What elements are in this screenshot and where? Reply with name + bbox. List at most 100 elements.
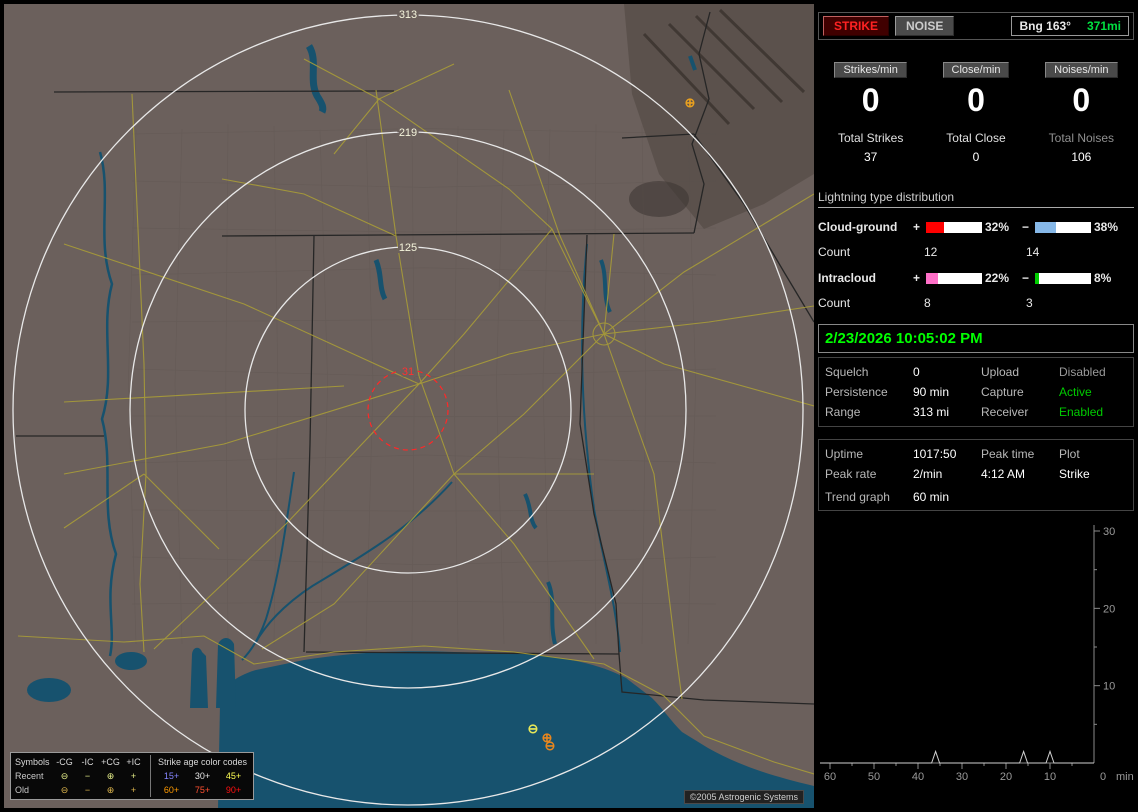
age-15: 15+ — [163, 771, 180, 781]
cg-positive-bar — [926, 221, 982, 233]
intracloud-label: Intracloud — [818, 271, 877, 285]
ic-positive-bar-fill — [926, 272, 939, 284]
strikes-rate-column: Strikes/min 0 Total Strikes 37 — [818, 62, 923, 164]
total-strikes-value: 37 — [863, 150, 878, 164]
receiver-status: Enabled — [1059, 405, 1104, 419]
cg-negative-pct: 38% — [1094, 220, 1119, 234]
legend-col-neg-cg: -CG — [56, 757, 73, 767]
noises-per-min-label: Noises/min — [1045, 62, 1118, 78]
trend-y-tick-label: 20 — [1103, 603, 1115, 615]
ic-count-label: Count — [818, 296, 851, 310]
trend-line — [820, 749, 1094, 764]
cloud-ground-label: Cloud-ground — [818, 220, 898, 234]
plot-label: Plot — [1059, 447, 1080, 461]
close-per-min-label: Close/min — [942, 62, 1010, 78]
range-value: 313 mi — [913, 405, 950, 419]
mode-toolbar: STRIKE NOISE Bng 163° 371mi — [818, 12, 1134, 40]
trend-y-tick-label: 10 — [1103, 681, 1115, 693]
bearing-readout: Bng 163° 371mi — [1011, 16, 1129, 36]
minus-sign: − — [1021, 220, 1029, 234]
old-neg-ic-icon: − — [84, 785, 91, 795]
legend-symbols-section: Symbols -CG -IC +CG +IC Recent ⊖ − ⊕ + O… — [15, 755, 151, 797]
ic-negative-count: 3 — [1026, 296, 1033, 310]
legend-symbols-header: Symbols — [15, 757, 50, 767]
receiver-status-box: Squelch 0 Upload Disabled Persistence 90… — [818, 357, 1134, 427]
total-strikes-label: Total Strikes — [837, 131, 904, 145]
ic-negative-pct: 8% — [1094, 271, 1112, 285]
trend-window-value: 60 min — [913, 490, 950, 504]
squelch-value: 0 — [913, 365, 920, 379]
persistence-value: 90 min — [913, 385, 950, 399]
trend-x-tick-label: 30 — [956, 771, 968, 783]
old-pos-ic-icon: + — [130, 785, 137, 795]
noises-rate-column: Noises/min 0 Total Noises 106 — [1029, 62, 1134, 164]
trend-x-tick-label: 50 — [868, 771, 880, 783]
legend-age-section: Strike age color codes 15+ 30+ 45+ 60+ 7… — [151, 755, 249, 797]
ic-positive-pct: 22% — [985, 271, 1010, 285]
trend-x-tick-label: 20 — [1000, 771, 1012, 783]
total-noises-label: Total Noises — [1048, 131, 1115, 145]
cg-negative-count: 14 — [1026, 245, 1040, 259]
recent-neg-cg-icon: ⊖ — [60, 771, 69, 781]
age-60: 60+ — [163, 785, 180, 795]
distribution-title: Lightning type distribution — [818, 190, 1134, 208]
lightning-type-distribution: Lightning type distribution Cloud-ground… — [818, 190, 1134, 310]
trend-graph: 30 20 10 60 50 40 30 20 10 0 min — [820, 525, 1134, 783]
legend-col-pos-ic: +IC — [126, 757, 141, 767]
strike-neg-cg-symbol: ⊖ — [545, 738, 556, 753]
status-row: Squelch 0 Upload Disabled — [819, 362, 1133, 382]
age-75: 75+ — [194, 785, 211, 795]
status-row: Range 313 mi Receiver Enabled — [819, 402, 1133, 422]
strike-pos-cg-symbol: ⊕ — [685, 95, 696, 110]
age-30: 30+ — [194, 771, 211, 781]
legend-col-pos-cg: +CG — [101, 757, 120, 767]
old-neg-cg-icon: ⊖ — [60, 785, 69, 795]
age-45: 45+ — [225, 771, 242, 781]
map-legend: Symbols -CG -IC +CG +IC Recent ⊖ − ⊕ + O… — [10, 752, 254, 800]
minus-sign: − — [1021, 271, 1029, 285]
strike-mode-button[interactable]: STRIKE — [823, 16, 890, 36]
uptime-box: Uptime 1017:50 Peak time Plot Peak rate … — [818, 439, 1134, 511]
capture-status: Active — [1059, 385, 1092, 399]
ic-positive-count: 8 — [924, 296, 931, 310]
trend-x-tick-label: 0 — [1100, 771, 1106, 783]
legend-age-header: Strike age color codes — [157, 757, 248, 767]
recent-neg-ic-icon: − — [84, 771, 91, 781]
peak-rate-label: Peak rate — [825, 467, 877, 481]
persistence-label: Persistence — [825, 385, 888, 399]
legend-old-label: Old — [15, 785, 30, 795]
ic-negative-bar — [1035, 272, 1091, 284]
plus-sign: + — [912, 271, 920, 285]
status-panel: STRIKE NOISE Bng 163° 371mi Strikes/min … — [818, 4, 1134, 808]
trend-x-tick-label: 60 — [824, 771, 836, 783]
cg-positive-count: 12 — [924, 245, 938, 259]
squelch-label: Squelch — [825, 365, 869, 379]
strikes-per-min-label: Strikes/min — [834, 62, 907, 78]
cg-count-row: Count 12 14 — [818, 245, 1134, 259]
noise-mode-button[interactable]: NOISE — [895, 16, 955, 36]
datetime-display: 2/23/2026 10:05:02 PM — [818, 324, 1134, 353]
ring-label-313: 313 — [399, 9, 417, 21]
receiver-label: Receiver — [981, 405, 1029, 419]
cg-positive-pct: 32% — [985, 220, 1010, 234]
plot-mode-value: Strike — [1059, 467, 1090, 481]
peak-rate-value: 2/min — [913, 467, 943, 481]
ic-count-row: Count 8 3 — [818, 296, 1134, 310]
peak-time-label: Peak time — [981, 447, 1035, 461]
trend-x-tick-label: 10 — [1044, 771, 1056, 783]
cg-count-label: Count — [818, 245, 851, 259]
uptime-row: Uptime 1017:50 Peak time Plot — [819, 444, 1133, 464]
noises-per-min-value: 0 — [1072, 82, 1091, 118]
legend-col-neg-ic: -IC — [81, 757, 94, 767]
ic-negative-bar-fill — [1035, 272, 1040, 284]
lightning-map[interactable]: 313 219 125 31 ⊕ ⊖ ⊕ ⊖ Symbols -CG -IC +CG … — [4, 4, 814, 808]
ring-label-31: 31 — [402, 366, 414, 378]
copyright-notice: ©2005 Astrogenic Systems — [683, 790, 804, 804]
range-label: Range — [825, 405, 861, 419]
cloud-ground-row: Cloud-ground + 32% − 38% — [818, 220, 1134, 234]
map-canvas: 313 219 125 31 ⊕ ⊖ ⊕ ⊖ — [4, 4, 814, 808]
cg-negative-bar — [1035, 221, 1091, 233]
total-noises-value: 106 — [1071, 150, 1092, 164]
old-pos-cg-icon: ⊕ — [106, 785, 115, 795]
upload-status: Disabled — [1059, 365, 1106, 379]
